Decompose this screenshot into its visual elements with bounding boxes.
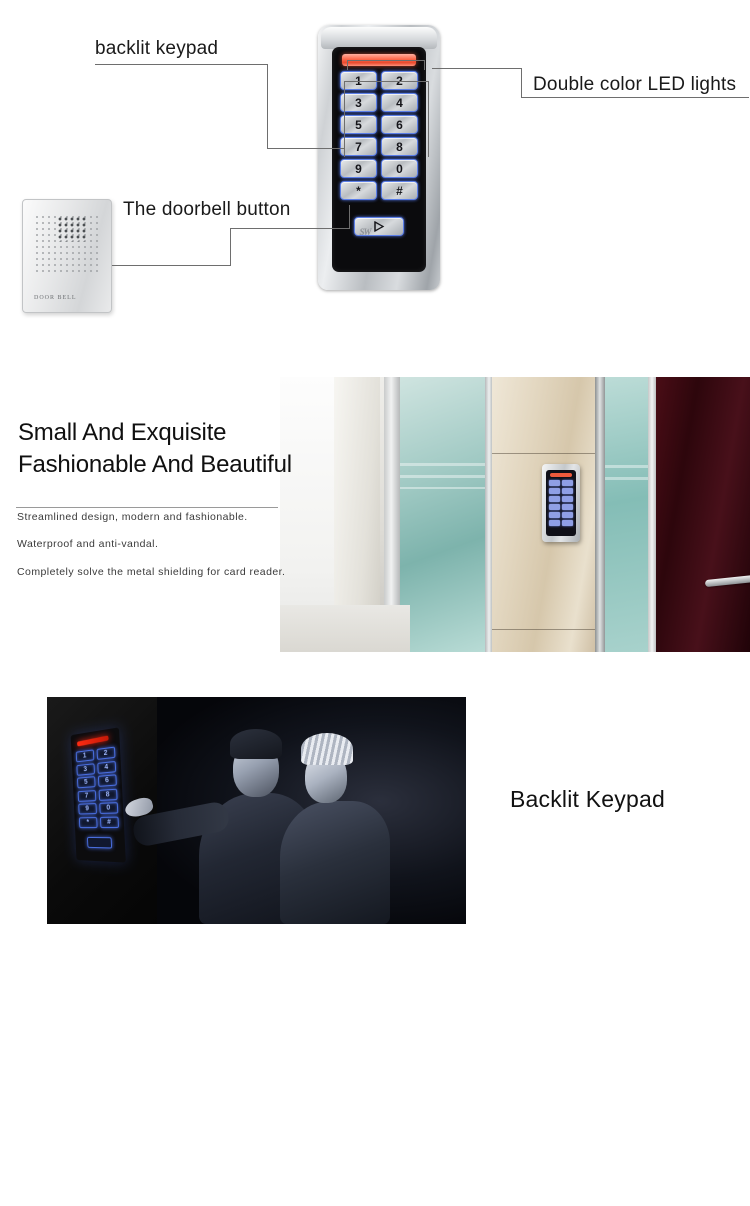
night-photo: 1 2 3 4 5 6 7 8 9 0 * # <box>47 697 466 924</box>
glass-stripe <box>605 465 651 468</box>
night-keypad-key-1[interactable]: 1 <box>75 749 94 763</box>
callout-leader-h-backlit <box>267 148 345 149</box>
reader-face <box>546 470 576 536</box>
keypad-grid: 1234567890*# <box>340 71 418 200</box>
callout-underline-backlit <box>95 64 268 65</box>
keypad-key-9[interactable]: 9 <box>340 159 377 178</box>
wall-mounted-keypad-reader <box>542 464 580 542</box>
night-keypad-grid: 1 2 3 4 5 6 7 8 9 0 * # <box>75 746 120 828</box>
keypad-key-0[interactable]: 0 <box>381 159 418 178</box>
callout-leader-v-backlit <box>267 64 268 148</box>
hero-reader-key <box>549 504 560 510</box>
hero-reader-key <box>549 496 560 502</box>
night-keypad-key-hash[interactable]: # <box>99 816 120 828</box>
backlit-keypad-night: 1 2 3 4 5 6 7 8 9 0 * # <box>70 727 126 863</box>
keypad-access-control-device: 1234567890*# SW <box>318 25 440 290</box>
night-keypad-key-6[interactable]: 6 <box>97 774 117 787</box>
hero-bullet-3: Completely solve the metal shielding for… <box>17 566 286 578</box>
night-keypad-key-0[interactable]: 0 <box>98 802 119 814</box>
callout-bracket-top-led <box>347 60 425 61</box>
callout-leader-h-doorbell-top <box>230 228 350 229</box>
glass-stripe <box>400 463 488 466</box>
section-label-backlit-keypad: Backlit Keypad <box>510 786 665 812</box>
product-marketing-page: DOOR BELL 1234567890*# SW <box>0 0 750 1206</box>
hero-title-line2: Fashionable And Beautiful <box>18 450 292 478</box>
callout-bracket-right-led <box>424 60 425 70</box>
hero-bullet-1: Streamlined design, modern and fashionab… <box>17 511 248 523</box>
callout-leader-v-doorbell <box>230 228 231 266</box>
photo-glass-panel-2 <box>605 377 651 652</box>
features-strip: WG26output/input 1234567890*# <box>0 1010 750 1200</box>
keypad-key-hash[interactable]: # <box>381 181 418 200</box>
callout-leader-h-doorbell-bottom <box>112 265 231 266</box>
speaker-grille-center-icon <box>57 216 87 242</box>
photo-glass-panel-1 <box>400 377 488 652</box>
keypad-key-4[interactable]: 4 <box>381 93 418 112</box>
hero-title-line1: Small And Exquisite <box>18 419 227 446</box>
glass-stripe <box>400 487 488 489</box>
keypad-key-6[interactable]: 6 <box>381 115 418 134</box>
brand-logo: SW <box>359 227 371 237</box>
doorbell-chime-box: DOOR BELL <box>22 199 112 313</box>
reader-led <box>550 473 572 477</box>
callout-label-doorbell-button: The doorbell button <box>123 199 291 220</box>
callout-bracket-doorbell <box>349 205 350 229</box>
night-keypad-key-4[interactable]: 4 <box>96 760 117 774</box>
callout-bracket-left-led <box>347 60 348 70</box>
callout-bracket-left-keypad <box>344 81 345 157</box>
person-woman-beanie <box>301 733 353 765</box>
callout-leader-v-led <box>521 68 522 98</box>
hero-reader-key <box>562 520 573 526</box>
keypad-key-7[interactable]: 7 <box>340 137 377 156</box>
callout-bracket-top-keypad <box>344 81 429 82</box>
night-keypad-key-9[interactable]: 9 <box>78 803 97 815</box>
hero-bullet-2: Waterproof and anti-vandal. <box>17 538 159 550</box>
reader-keypad-grid <box>549 480 573 526</box>
night-keypad-key-5[interactable]: 5 <box>76 776 96 789</box>
hero-reader-key <box>562 480 573 486</box>
callout-label-backlit-keypad: backlit keypad <box>95 38 219 59</box>
keypad-key-star[interactable]: * <box>340 181 377 200</box>
night-keypad-key-star[interactable]: * <box>78 816 98 828</box>
night-led-bar <box>76 735 109 747</box>
callout-bracket-right-keypad <box>428 81 429 157</box>
glass-stripe <box>400 475 488 478</box>
person-woman-body <box>280 801 390 924</box>
hero-reader-key <box>549 480 560 486</box>
hero-reader-key <box>549 520 560 526</box>
product-callout-diagram: DOOR BELL 1234567890*# SW <box>0 0 750 360</box>
hero-reader-key <box>549 488 560 494</box>
night-doorbell-button <box>86 836 113 849</box>
keypad-key-3[interactable]: 3 <box>340 93 377 112</box>
marble-seam <box>492 453 597 454</box>
marble-seam <box>492 629 597 630</box>
night-keypad-key-8[interactable]: 8 <box>98 788 118 801</box>
glass-stripe <box>605 477 651 480</box>
hero-title: Small And Exquisite Fashionable And Beau… <box>18 417 292 481</box>
hero-reader-key <box>562 504 573 510</box>
night-keypad-key-3[interactable]: 3 <box>76 762 95 776</box>
night-keypad-key-2[interactable]: 2 <box>96 746 116 760</box>
doorbell-box-label: DOOR BELL <box>34 295 77 301</box>
night-keypad-key-7[interactable]: 7 <box>77 789 96 802</box>
hero-reader-key <box>562 496 573 502</box>
hero-reader-key <box>562 512 573 518</box>
callout-underline-led <box>521 97 749 98</box>
keypad-key-5[interactable]: 5 <box>340 115 377 134</box>
photo-maroon-door <box>656 377 750 652</box>
callout-label-led-lights: Double color LED lights <box>533 74 737 95</box>
keypad-key-8[interactable]: 8 <box>381 137 418 156</box>
hero-divider <box>16 507 278 508</box>
callout-leader-h-led <box>432 68 522 69</box>
hero-reader-key <box>562 488 573 494</box>
person-man-beanie <box>230 729 282 759</box>
hero-reader-key <box>549 512 560 518</box>
